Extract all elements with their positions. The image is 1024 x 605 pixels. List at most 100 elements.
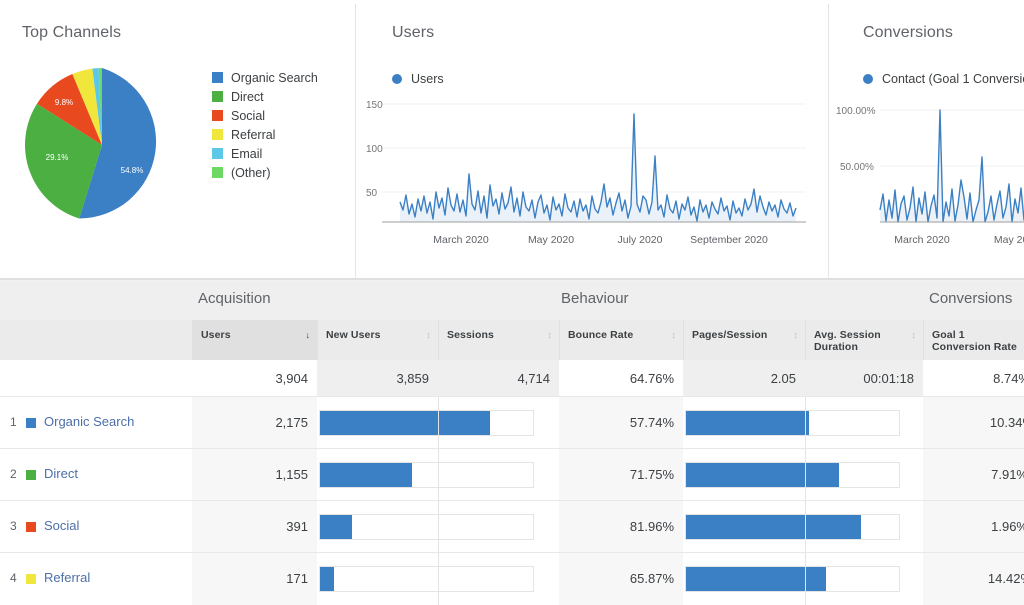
bounce-bar-fill: [686, 463, 839, 487]
sort-arrow-icon[interactable]: ↕: [427, 331, 432, 340]
conversions-plot-svg: 100.00% 50.00%: [836, 92, 1024, 224]
row-value-bounce-rate: 65.87%: [630, 571, 674, 586]
bounce-bar-fill: [686, 411, 809, 435]
sort-arrow-icon[interactable]: ↕: [672, 331, 677, 340]
x-tick-label: May 202: [994, 234, 1024, 246]
column-header-sessions[interactable]: Sessions ↕: [438, 320, 559, 360]
conversions-line-plot: 100.00% 50.00%: [836, 92, 1024, 224]
column-header-bounce-rate[interactable]: Bounce Rate ↕: [559, 320, 683, 360]
card-title-top-channels: Top Channels: [22, 24, 121, 42]
row-cell-bounce-bar: [683, 397, 923, 449]
table-row[interactable]: 2 Direct 1,155 71.75%: [0, 448, 1024, 501]
table-row[interactable]: 4 Referral 171 65.87%: [0, 552, 1024, 605]
row-cell-channel[interactable]: 3 Social: [0, 501, 192, 553]
summary-cell-pages-session: 2.05: [683, 360, 805, 396]
charts-strip: Top Channels: [0, 0, 1024, 280]
x-tick-label: July 2020: [618, 234, 663, 246]
legend-item-other[interactable]: (Other): [212, 163, 318, 182]
row-cell-bounce-bar: [683, 449, 923, 501]
y-tick-label: 50.00%: [840, 162, 874, 173]
column-label-line1: Avg. Session: [814, 329, 881, 341]
table-row[interactable]: 1 Organic Search 2,175 57.74%: [0, 396, 1024, 449]
cards-divider: [0, 278, 1024, 280]
column-divider: [438, 553, 439, 605]
legend-item-direct[interactable]: Direct: [212, 87, 318, 106]
column-label-line2: Conversion Rate: [932, 341, 1017, 353]
column-header-avg-session-duration[interactable]: Avg. Session Duration ↕: [805, 320, 923, 360]
group-conversions: Conversions: [929, 290, 1012, 307]
y-tick-label: 50: [366, 188, 378, 199]
users-bar-track: [319, 566, 534, 592]
users-bar-fill: [320, 463, 412, 487]
legend-item-email[interactable]: Email: [212, 144, 318, 163]
group-behaviour: Behaviour: [561, 290, 629, 307]
column-header-users[interactable]: Users ↓: [192, 320, 317, 360]
column-header-channel: [0, 320, 192, 360]
bounce-bar-track: [685, 566, 900, 592]
row-cell-users: 391: [192, 501, 317, 553]
table-group-header: Acquisition Behaviour Conversions: [0, 282, 1024, 320]
pie-label-organic-search: 54.8%: [121, 166, 144, 175]
row-value-users: 171: [286, 571, 308, 586]
sort-arrow-icon[interactable]: ↕: [912, 331, 917, 340]
row-cell-goal1-conversion-rate: 14.42%: [923, 553, 1024, 605]
row-rank: 3: [10, 519, 17, 533]
legend-swatch-icon: [212, 167, 223, 178]
row-cell-channel[interactable]: 2 Direct: [0, 449, 192, 501]
users-bar-fill: [320, 515, 352, 539]
y-tick-label: 100.00%: [836, 106, 876, 117]
column-header-pages-session[interactable]: Pages/Session ↕: [683, 320, 805, 360]
pie-chart-top-channels: 54.8% 29.1% 9.8%: [18, 60, 186, 230]
legend-label: Referral: [231, 128, 275, 142]
column-header-goal1-conversion-rate[interactable]: Goal 1 Conversion Rate: [923, 320, 1024, 360]
users-chart-legend[interactable]: Users: [392, 72, 444, 86]
sort-arrow-icon[interactable]: ↕: [548, 331, 553, 340]
row-value-goal1: 1.96%: [991, 519, 1024, 534]
row-cell-channel[interactable]: 1 Organic Search: [0, 397, 192, 449]
channel-link[interactable]: Social: [44, 518, 79, 533]
table-row[interactable]: 3 Social 391 81.96%: [0, 500, 1024, 553]
column-header-new-users[interactable]: New Users ↕: [317, 320, 438, 360]
row-value-bounce-rate: 81.96%: [630, 519, 674, 534]
row-value-bounce-rate: 71.75%: [630, 467, 674, 482]
legend-item-referral[interactable]: Referral: [212, 125, 318, 144]
row-value-goal1: 7.91%: [991, 467, 1024, 482]
channel-link[interactable]: Referral: [44, 570, 90, 585]
summary-cell-sessions: 4,714: [438, 360, 559, 396]
row-cell-users: 2,175: [192, 397, 317, 449]
pie-label-social: 9.8%: [55, 98, 73, 107]
summary-cell-blank: [0, 360, 192, 396]
column-label: Users: [201, 329, 231, 341]
summary-cell-bounce-rate: 64.76%: [559, 360, 683, 396]
summary-value: 3,859: [396, 371, 429, 386]
legend-item-organic-search[interactable]: Organic Search: [212, 68, 318, 87]
analytics-dashboard: Top Channels: [0, 0, 1024, 576]
column-label-line1: Goal 1: [932, 329, 965, 341]
y-tick-label: 150: [366, 100, 383, 111]
legend-swatch-icon: [212, 148, 223, 159]
users-series: [400, 114, 796, 222]
legend-item-social[interactable]: Social: [212, 106, 318, 125]
sort-arrow-down-icon[interactable]: ↓: [306, 331, 311, 340]
channel-link[interactable]: Direct: [44, 466, 78, 481]
x-tick-label: September 2020: [690, 234, 768, 246]
legend-swatch-icon: [212, 110, 223, 121]
row-cell-goal1-conversion-rate: 10.34%: [923, 397, 1024, 449]
column-label-line2: Duration: [814, 341, 858, 353]
legend-label: Email: [231, 147, 262, 161]
users-bar-track: [319, 514, 534, 540]
channel-link[interactable]: Organic Search: [44, 414, 134, 429]
series-dot-icon: [863, 74, 873, 84]
legend-swatch-icon: [212, 129, 223, 140]
row-value-goal1: 14.42%: [988, 571, 1024, 586]
bounce-bar-track: [685, 410, 900, 436]
column-divider: [805, 449, 806, 501]
sort-arrow-icon[interactable]: ↕: [794, 331, 799, 340]
conversions-chart-legend[interactable]: Contact (Goal 1 Conversion: [863, 72, 1024, 86]
x-tick-label: May 2020: [528, 234, 574, 246]
conversions-x-axis-labels: March 2020 May 202: [836, 230, 1024, 248]
row-cell-channel[interactable]: 4 Referral: [0, 553, 192, 605]
row-rank: 4: [10, 571, 17, 585]
x-tick-label: March 2020: [894, 234, 950, 246]
column-label: Pages/Session: [692, 329, 767, 341]
